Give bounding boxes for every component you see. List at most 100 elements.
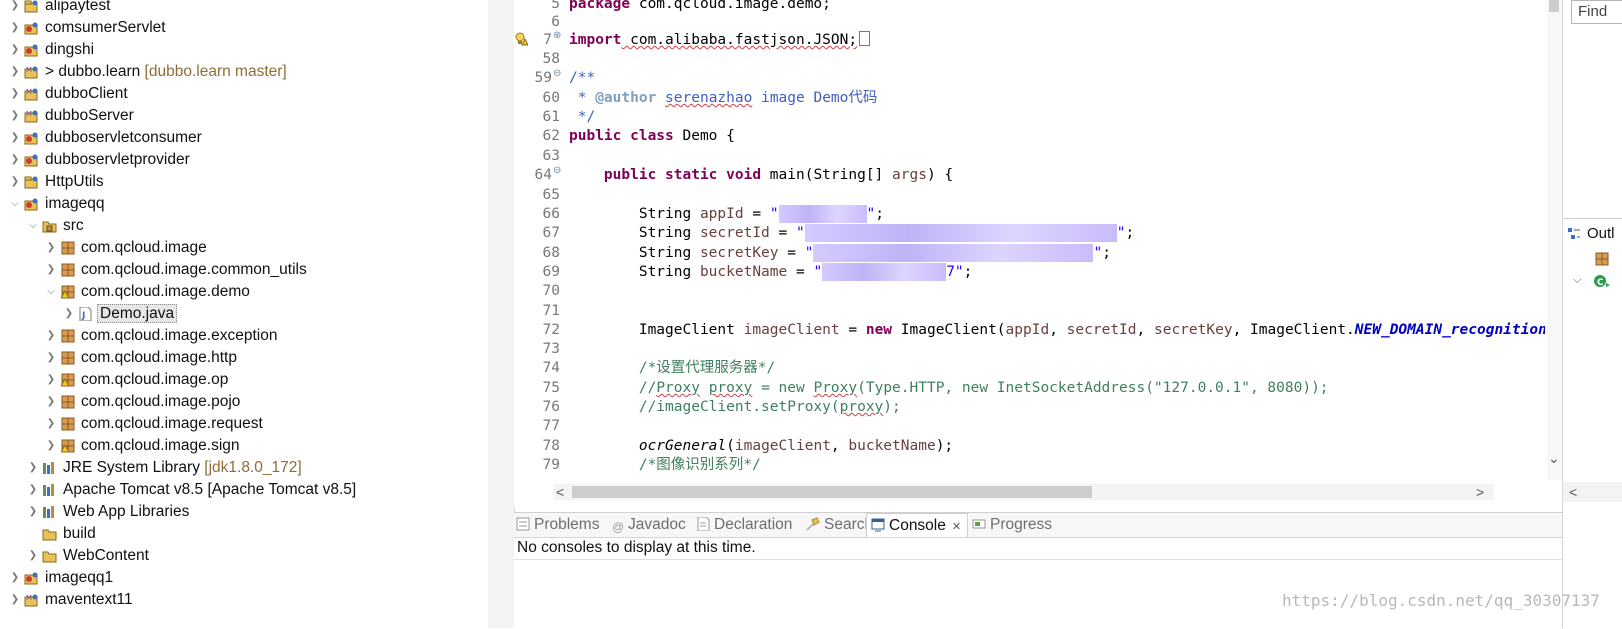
java-editor[interactable]: 5 6 7 ⊕ 58 59 ⊖ 60 61 62 63 64 ⊖ 65 66 6… [514,0,1563,506]
chevron-down-icon[interactable]: ⌵ [10,193,20,215]
chevron-right-icon[interactable]: ❯ [10,567,20,589]
problems-icon [516,517,530,531]
line-number: 67 [542,225,560,241]
close-icon[interactable]: ✕ [952,521,961,533]
library-icon [43,506,54,518]
line-number: 73 [542,341,560,357]
tab-problems[interactable]: Problems [516,513,599,537]
variable: appId [1005,322,1050,338]
chevron-right-icon[interactable]: ❯ [10,149,20,171]
chevron-right-icon[interactable]: ❯ [10,105,20,127]
javadoc [656,90,665,106]
chevron-right-icon[interactable]: ❯ [10,0,20,17]
chevron-right-icon[interactable]: ❯ [28,479,38,501]
variable: imageClient [743,322,840,338]
chevron-right-icon[interactable]: ❯ [46,435,56,457]
scroll-thumb[interactable] [1549,0,1559,12]
chevron-right-icon[interactable]: ❯ [46,325,56,347]
code-text: ; [963,264,973,280]
folded-code-marker[interactable] [859,31,871,46]
chevron-right-icon[interactable]: ❯ [10,127,20,149]
tab-console[interactable]: Console ✕ [866,513,969,538]
line-number: 69 [542,264,560,280]
code-area[interactable]: package com.qcloud.image.demo; import co… [569,0,1545,480]
code-text: = [743,206,770,222]
variable: secretKey [1153,322,1233,338]
chevron-right-icon[interactable]: ❯ [28,457,38,479]
chevron-right-icon[interactable]: ❯ [46,369,56,391]
view-tab-bar: Problems @ Javadoc Declaration Search Con… [514,513,1622,538]
string-literal: 7" [946,264,964,280]
package-icon [61,241,75,255]
tree-label: dingshi [45,41,95,58]
svg-text:J: J [81,311,85,321]
scroll-right-icon[interactable]: > [1476,484,1484,500]
chevron-right-icon[interactable]: ❯ [10,171,20,193]
comment: //imageClient.setProxy( [569,399,840,415]
chevron-right-icon[interactable]: ❯ [46,237,56,259]
chevron-right-icon[interactable]: ❯ [10,61,20,83]
tab-javadoc[interactable]: @ Javadoc [612,513,686,537]
static-field: NEW_DOMAIN_recognition [1354,322,1545,338]
code-text: , [1049,322,1067,338]
chevron-right-icon[interactable]: ❯ [46,391,56,413]
declaration-icon [697,517,710,531]
web-project-icon [24,154,38,167]
scroll-thumb[interactable] [572,486,1092,498]
find-input[interactable]: Find [1571,0,1622,24]
chevron-right-icon[interactable]: ❯ [28,545,38,567]
chevron-right-icon[interactable]: ❯ [10,83,20,105]
tree-label: com.qcloud.image.http [81,349,237,366]
tab-declaration[interactable]: Declaration [696,513,792,537]
tab-outline[interactable]: Outl [1563,222,1622,246]
tree-label-wrap: JRE System Library [jdk1.8.0_172] [63,457,302,479]
code-text: ImageClient( [892,322,1006,338]
class-icon[interactable]: C [1593,274,1611,288]
source-folder-icon [42,221,57,233]
chevron-right-icon[interactable]: ❯ [46,413,56,435]
chevron-down-icon[interactable]: ⌵ [28,215,38,237]
chevron-right-icon[interactable]: ❯ [64,303,74,325]
package-icon[interactable] [1595,252,1609,266]
chevron-right-icon[interactable]: ❯ [46,259,56,281]
chevron-right-icon[interactable]: ❯ [10,39,20,61]
scroll-left-icon[interactable]: < [556,484,564,500]
console-divider [514,559,1622,560]
package-icon [61,417,75,431]
comment: // [569,380,657,396]
fold-collapse-icon[interactable]: ⊖ [553,68,563,79]
chevron-down-icon[interactable]: ⌵ [1573,274,1581,287]
outline-horizontal-scrollbar[interactable]: < [1563,482,1622,502]
package-explorer: ❯ alipaytest ❯ comsumerServlet ❯ dingshi… [0,0,488,628]
line-number: 65 [542,187,560,203]
fold-expand-icon[interactable]: ⊕ [553,30,563,41]
code-text: ) { [926,167,954,183]
tree-label: com.qcloud.image.pojo [81,393,241,410]
scroll-left-icon[interactable]: < [1569,484,1577,500]
tab-progress[interactable]: Progress [972,513,1052,537]
chevron-right-icon[interactable]: ❯ [46,347,56,369]
fold-collapse-icon[interactable]: ⊖ [553,165,563,176]
scroll-down-icon[interactable]: ⌄ [1548,450,1560,466]
chevron-right-icon[interactable]: ❯ [10,17,20,39]
tab-search[interactable]: Search [806,513,873,537]
code-line: String secretId = " "; [569,223,1134,243]
editor-horizontal-scrollbar[interactable]: < > [554,484,1494,500]
tree-label: com.qcloud.image.demo [81,283,250,300]
chevron-right-icon[interactable]: ❯ [28,501,38,523]
code-text: ; [875,206,885,222]
editor-vertical-scrollbar[interactable]: ⌄ [1547,0,1561,480]
git-branch-decoration: [dubbo.learn master] [144,63,287,80]
explorer-scrollbar[interactable] [488,0,515,628]
code-text: ); [935,438,954,454]
variable: args [892,167,927,183]
javadoc-icon: @ [612,520,625,534]
folder-icon [42,551,57,563]
code-line: package com.qcloud.image.demo; [569,0,831,14]
jdk-decoration: [jdk1.8.0_172] [204,459,302,476]
chevron-right-icon[interactable]: ❯ [10,589,20,611]
code-line: public static void main(String[] args) { [569,165,953,185]
chevron-down-icon[interactable]: ⌵ [46,281,56,303]
svg-text:C: C [1597,278,1604,288]
